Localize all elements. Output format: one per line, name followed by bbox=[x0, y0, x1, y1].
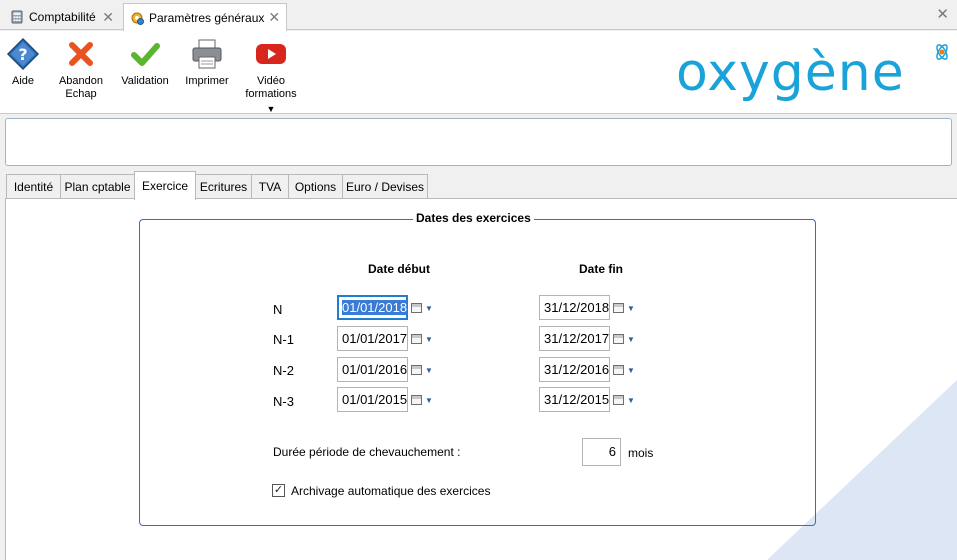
dropdown-arrow-icon[interactable]: ▼ bbox=[425, 366, 433, 375]
info-panel bbox=[5, 118, 952, 166]
date-debut-n-1-input[interactable]: 01/01/2017 bbox=[337, 326, 408, 351]
doc-tab-comptabilite[interactable]: Comptabilité ✕ bbox=[4, 3, 120, 31]
imprimer-label: Imprimer bbox=[185, 75, 229, 87]
date-value: 31/12/2016 bbox=[544, 362, 610, 377]
date-fin-n-input[interactable]: 31/12/2018 bbox=[539, 295, 610, 320]
date-value: 31/12/2017 bbox=[544, 331, 610, 346]
overlap-unit-label: mois bbox=[628, 446, 654, 460]
video-play-icon bbox=[256, 44, 286, 64]
tab-label: Euro / Devises bbox=[345, 179, 425, 194]
date-value: 31/12/2015 bbox=[544, 392, 610, 407]
validation-button[interactable]: Validation bbox=[118, 37, 172, 88]
dropdown-caret-icon[interactable]: ▼ bbox=[242, 103, 300, 116]
dropdown-arrow-icon[interactable]: ▼ bbox=[627, 304, 635, 313]
dropdown-arrow-icon[interactable]: ▼ bbox=[627, 396, 635, 405]
tab-tva[interactable]: TVA bbox=[251, 174, 289, 198]
tab-identite[interactable]: Identité bbox=[6, 174, 61, 198]
calendar-icon[interactable] bbox=[613, 303, 624, 313]
date-value: 01/01/2016 bbox=[342, 362, 408, 377]
video-formations-button[interactable]: Vidéo formations ▼ bbox=[242, 37, 300, 116]
tab-exercice[interactable]: Exercice bbox=[134, 171, 196, 200]
date-debut-n-input[interactable]: 01/01/2018 bbox=[337, 295, 408, 320]
dropdown-arrow-icon[interactable]: ▼ bbox=[425, 304, 433, 313]
document-tab-bar: Comptabilité ✕ Paramètres généraux ✕ ✕ bbox=[0, 0, 957, 31]
archive-label[interactable]: Archivage automatique des exercices bbox=[291, 484, 490, 498]
oxygene-logo: oxygène bbox=[672, 39, 954, 109]
video-label: Vidéo formations bbox=[245, 75, 297, 100]
aide-label: Aide bbox=[11, 75, 35, 87]
imprimer-button[interactable]: Imprimer bbox=[184, 37, 230, 88]
tab-label: Identité bbox=[13, 179, 54, 194]
row-label-n-1: N-1 bbox=[273, 332, 294, 347]
dropdown-arrow-icon[interactable]: ▼ bbox=[627, 366, 635, 375]
date-value: 01/01/2017 bbox=[342, 331, 408, 346]
row-label-n: N bbox=[273, 302, 283, 317]
overlap-duration-input[interactable]: 6 bbox=[582, 438, 621, 466]
tab-label: Options bbox=[294, 179, 337, 194]
tab-label: Plan cptable bbox=[64, 179, 131, 194]
abandon-label: Abandon Echap bbox=[58, 75, 104, 100]
close-tab-icon[interactable]: ✕ bbox=[102, 9, 114, 26]
date-debut-n-3-input[interactable]: 01/01/2015 bbox=[337, 387, 408, 412]
calendar-icon[interactable] bbox=[613, 395, 624, 405]
calendar-icon[interactable] bbox=[411, 365, 422, 375]
close-window-icon[interactable]: ✕ bbox=[936, 5, 949, 23]
date-fin-n-3-input[interactable]: 31/12/2015 bbox=[539, 387, 610, 412]
validation-label: Validation bbox=[121, 75, 169, 87]
calculator-icon bbox=[11, 10, 23, 24]
calendar-icon[interactable] bbox=[411, 303, 422, 313]
aide-button[interactable]: ? Aide bbox=[4, 37, 42, 88]
calendar-icon[interactable] bbox=[411, 395, 422, 405]
calendar-icon[interactable] bbox=[613, 365, 624, 375]
abandon-button[interactable]: Abandon Echap bbox=[56, 37, 106, 101]
column-header-date-debut: Date début bbox=[368, 262, 431, 276]
row-label-n-3: N-3 bbox=[273, 394, 294, 409]
checkmark-icon bbox=[131, 43, 160, 66]
settings-gear-icon bbox=[131, 12, 144, 25]
toolbar: ? Aide Abandon Echap Validation Imprimer… bbox=[0, 31, 957, 114]
tab-label: Ecritures bbox=[199, 179, 248, 194]
calendar-icon[interactable] bbox=[613, 334, 624, 344]
archive-checkbox[interactable]: ✓ bbox=[272, 484, 285, 497]
date-debut-n-2-input[interactable]: 01/01/2016 bbox=[337, 357, 408, 382]
dates-exercices-group bbox=[139, 219, 816, 526]
svg-text:?: ? bbox=[18, 45, 27, 64]
date-value: 01/01/2018 bbox=[342, 300, 408, 315]
atom-icon bbox=[936, 44, 948, 60]
tab-ecritures[interactable]: Ecritures bbox=[195, 174, 252, 198]
doc-tab-label: Comptabilité bbox=[29, 10, 96, 24]
help-icon: ? bbox=[6, 37, 40, 71]
logo-text: oxygène bbox=[676, 43, 905, 103]
printer-icon bbox=[192, 39, 222, 69]
dropdown-arrow-icon[interactable]: ▼ bbox=[425, 335, 433, 344]
tab-euro-devises[interactable]: Euro / Devises bbox=[342, 174, 428, 198]
date-fin-n-2-input[interactable]: 31/12/2016 bbox=[539, 357, 610, 382]
date-fin-n-1-input[interactable]: 31/12/2017 bbox=[539, 326, 610, 351]
column-header-date-fin: Date fin bbox=[579, 262, 624, 276]
doc-tab-parametres-generaux[interactable]: Paramètres généraux ✕ bbox=[123, 3, 287, 31]
tab-label: Exercice bbox=[141, 179, 188, 193]
tab-options[interactable]: Options bbox=[288, 174, 343, 198]
tab-label: TVA bbox=[258, 179, 282, 194]
dropdown-arrow-icon[interactable]: ▼ bbox=[425, 396, 433, 405]
date-value: 31/12/2018 bbox=[544, 300, 610, 315]
date-value: 01/01/2015 bbox=[342, 392, 408, 407]
close-tab-icon[interactable]: ✕ bbox=[268, 9, 280, 26]
cancel-x-icon bbox=[69, 42, 93, 66]
overlap-duration-label: Durée période de chevauchement : bbox=[273, 445, 461, 459]
doc-tab-label: Paramètres généraux bbox=[149, 10, 265, 25]
calendar-icon[interactable] bbox=[411, 334, 422, 344]
dropdown-arrow-icon[interactable]: ▼ bbox=[627, 335, 635, 344]
group-title: Dates des exercices bbox=[413, 211, 534, 225]
row-label-n-2: N-2 bbox=[273, 363, 294, 378]
tab-plan-cptable[interactable]: Plan cptable bbox=[60, 174, 135, 198]
